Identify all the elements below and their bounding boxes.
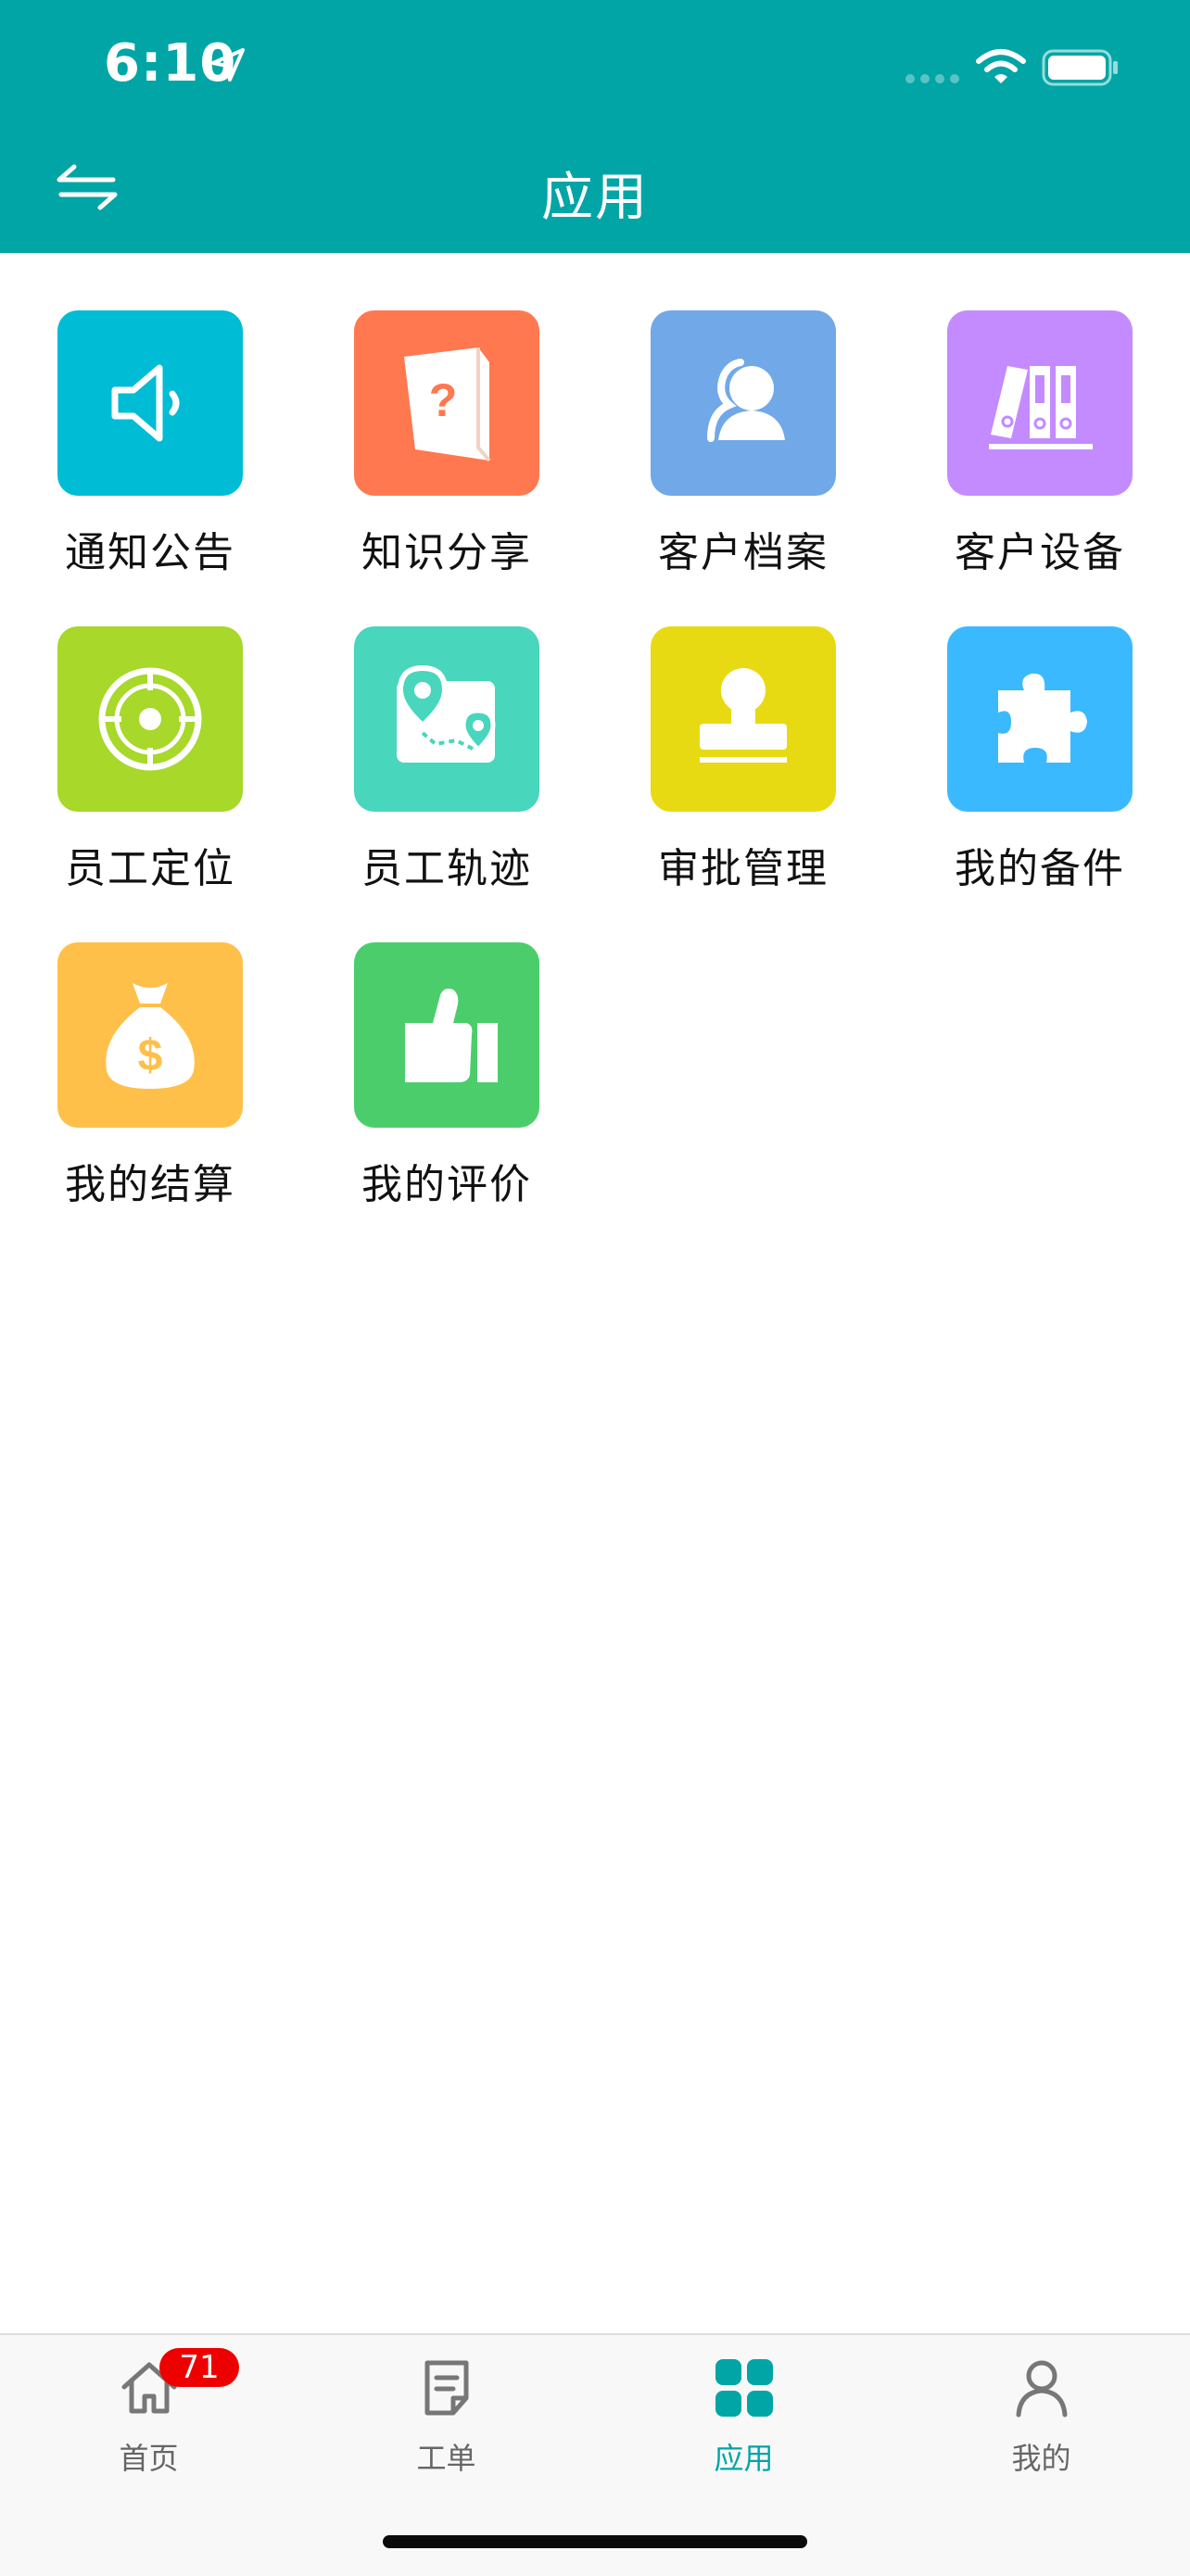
tab-label: 应用 [714,2441,774,2476]
app-header: 6:10 应用 [0,0,1190,253]
app-notice[interactable]: 通知公告 [0,253,297,576]
app-icon-bg: $ [57,942,243,1128]
app-label: 我的结算 [65,1161,235,1208]
app-icon-bg [651,310,836,496]
wifi-icon [976,49,1026,83]
app-approval[interactable]: 审批管理 [593,569,890,892]
app-icon-bg [651,626,836,812]
app-knowledge[interactable]: ? 知识分享 [297,253,593,576]
stamp-icon [700,668,787,763]
app-spare-parts[interactable]: 我的备件 [890,569,1186,892]
app-ratings[interactable]: 我的评价 [297,885,593,1208]
app-icon-bg [57,626,243,812]
app-customer-files[interactable]: 客户档案 [593,253,890,576]
cellular-signal-icon [905,74,959,83]
page-title: 应用 [541,168,649,228]
app-icon-bg [354,626,539,812]
app-settlement[interactable]: $ 我的结算 [0,885,297,1208]
app-customer-devices[interactable]: 客户设备 [890,253,1186,576]
tab-profile[interactable]: 我的 [892,2335,1190,2502]
tab-apps[interactable]: 应用 [595,2335,892,2502]
money-bag-icon: $ [106,983,195,1089]
puzzle-icon [998,673,1087,763]
tab-home[interactable]: 71 首页 [0,2335,298,2502]
thumbs-up-icon [405,988,498,1082]
svg-text:$: $ [138,1031,163,1080]
apps-grid-icon [715,2359,773,2417]
tab-label: 首页 [119,2441,179,2476]
app-icon-bg [947,626,1133,812]
svg-text:?: ? [429,374,458,426]
app-icon-bg [354,942,539,1128]
app-label: 我的备件 [955,845,1125,892]
work-order-icon [424,2360,469,2416]
map-track-icon [397,664,496,763]
location-arrow-icon [211,48,245,82]
question-book-icon: ? [404,347,491,462]
tab-label: 工单 [416,2441,476,2476]
tab-label: 我的 [1011,2441,1071,2476]
app-staff-location[interactable]: 员工定位 [0,569,297,892]
tab-work-orders[interactable]: 工单 [298,2335,595,2502]
app-label: 我的评价 [361,1161,532,1208]
app-label: 审批管理 [658,845,829,892]
app-icon-bg [947,310,1133,496]
notification-badge: 71 [159,2348,239,2387]
binders-icon [989,366,1093,449]
battery-icon [1042,49,1118,86]
customers-icon [707,359,785,442]
target-icon [98,667,202,771]
megaphone-icon [111,364,180,442]
profile-icon [1016,2360,1068,2418]
app-staff-track[interactable]: 员工轨迹 [297,569,593,892]
app-icon-bg: ? [354,310,539,496]
home-indicator [383,2535,807,2548]
app-icon-bg [57,310,243,496]
